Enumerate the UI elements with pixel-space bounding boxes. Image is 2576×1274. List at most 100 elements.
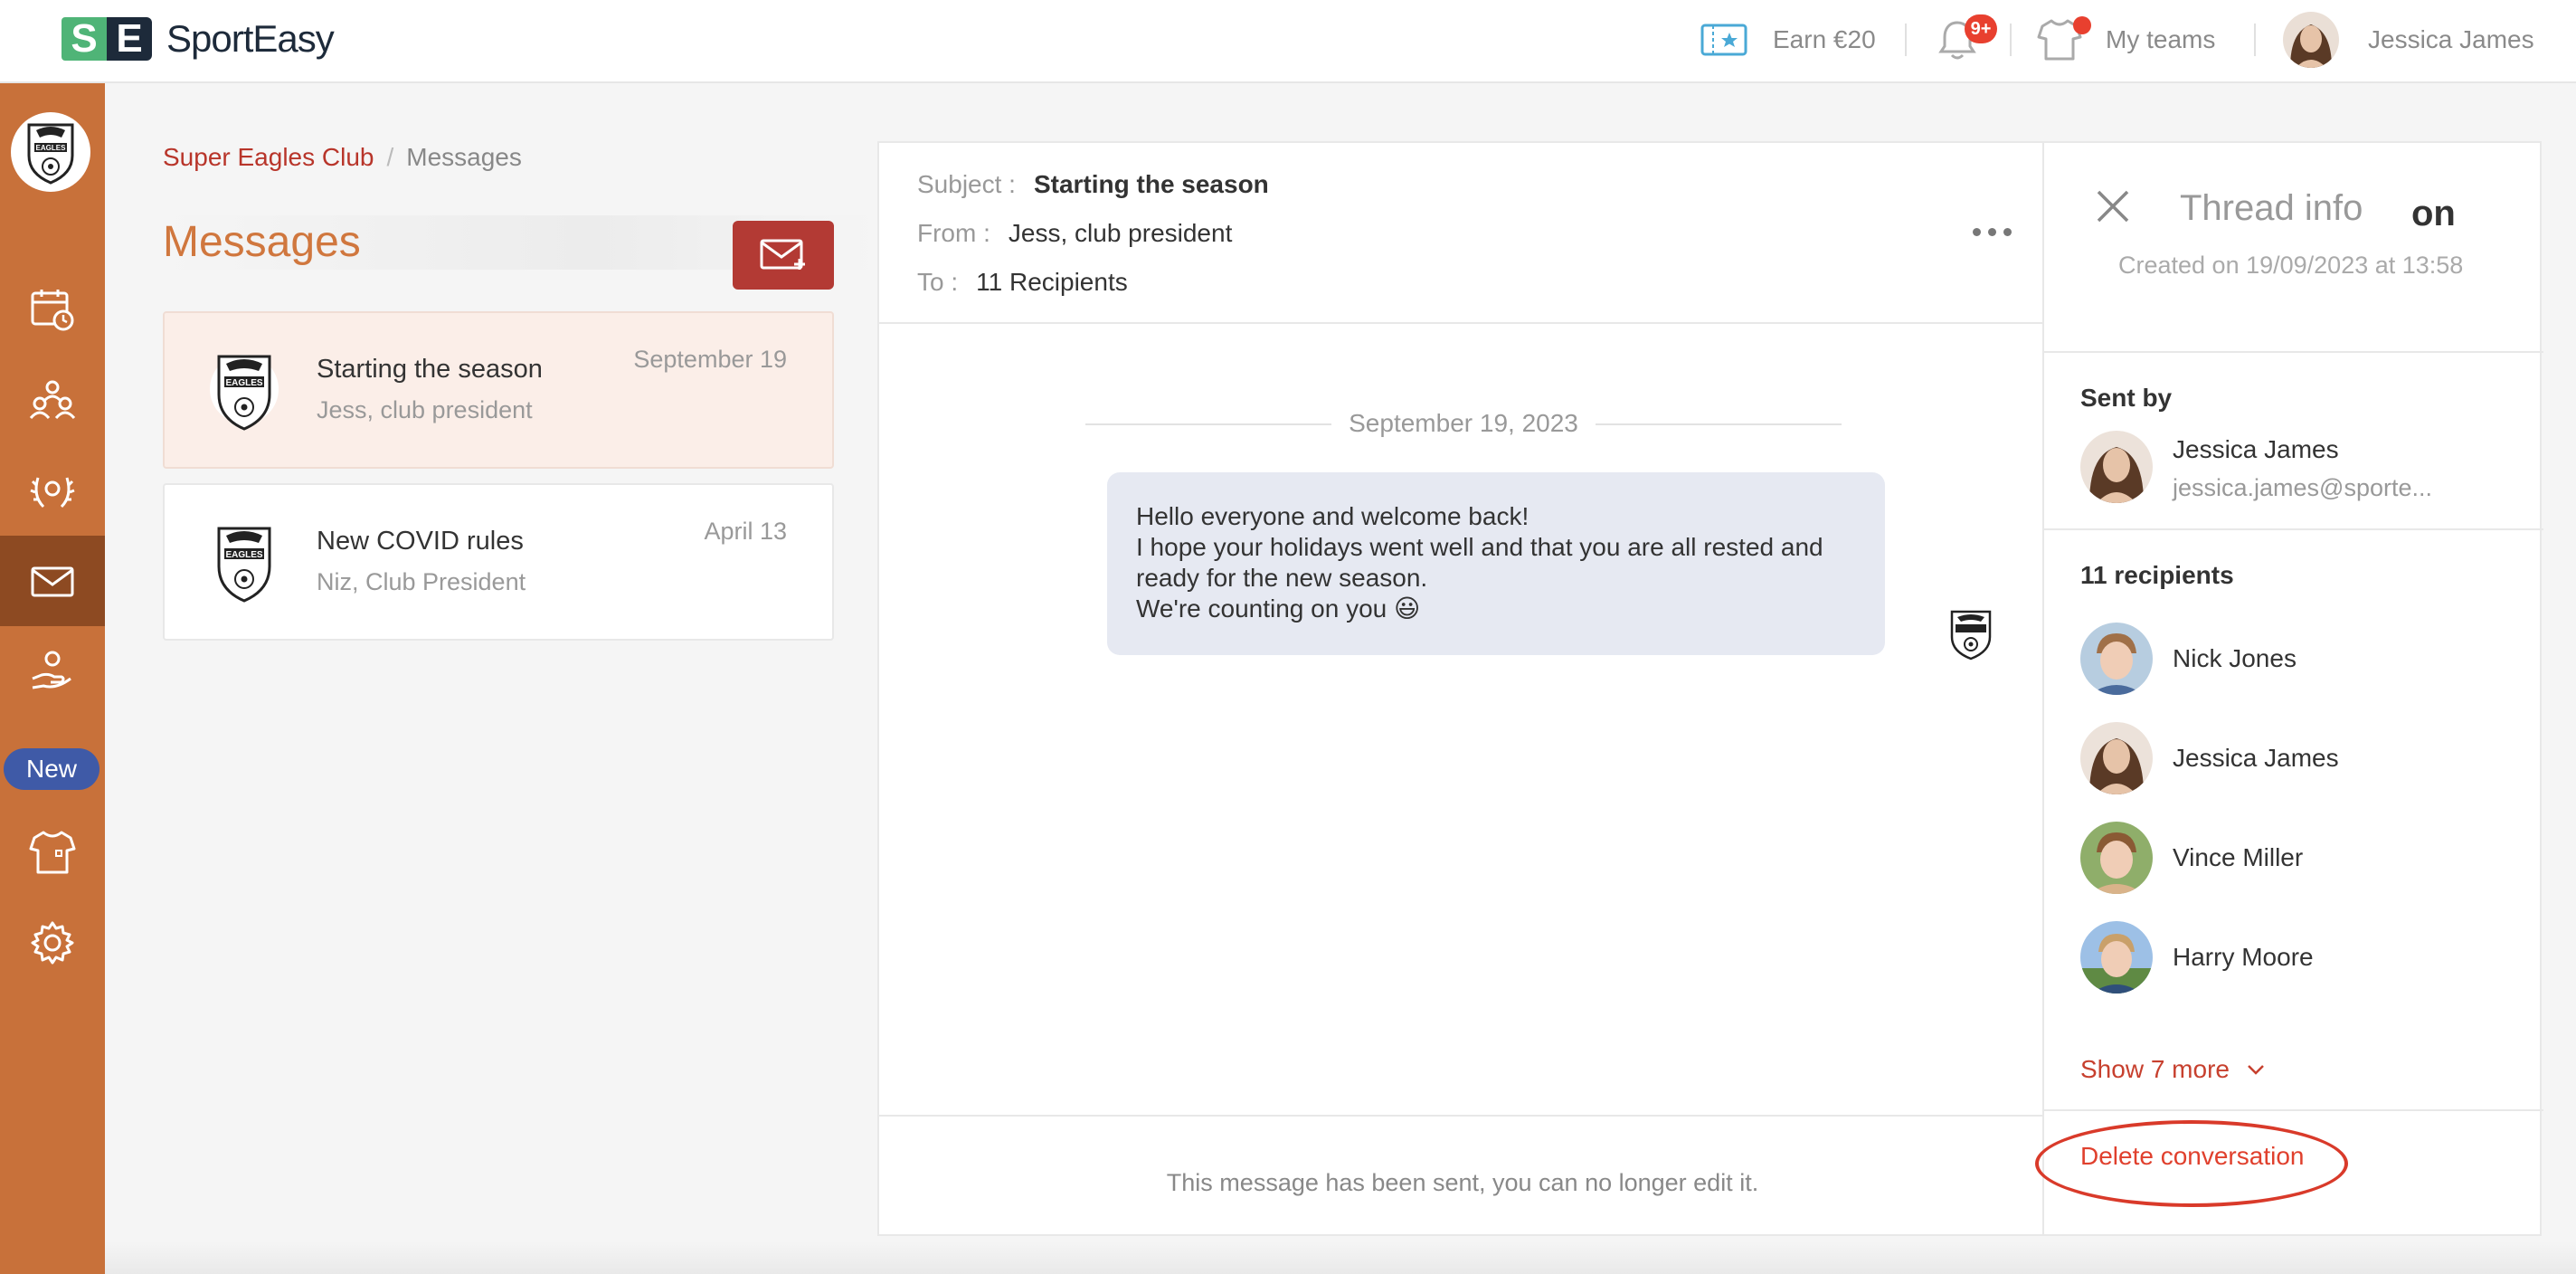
breadcrumb-current: Messages	[406, 143, 522, 171]
new-feature-badge: New	[4, 748, 99, 790]
compose-mail-icon	[760, 239, 805, 270]
conversation-title: New COVID rules	[317, 527, 524, 556]
user-name: Jessica James	[2368, 25, 2534, 53]
notifications-button[interactable]: 9+	[1937, 0, 1997, 80]
thread-info-panel: Thread info on Created on 19/09/2023 at …	[2035, 141, 2543, 1236]
sidebar-item-calendar[interactable]	[0, 264, 105, 355]
recipient-avatar	[2080, 623, 2153, 695]
recipient-row[interactable]: Nick Jones	[2080, 621, 2297, 697]
bottom-fade	[105, 1241, 2576, 1274]
page-title: Messages	[163, 218, 361, 266]
top-bar: S E SportEasy Earn €20 9+ My teams Jessi…	[0, 0, 2576, 83]
conversation-sender: Jess, club president	[317, 396, 533, 423]
from-value: Jess, club president	[1008, 219, 1233, 247]
sporteasy-logo[interactable]: S E SportEasy	[62, 16, 335, 62]
message-header: Subject : Starting the season From : Jess,…	[879, 143, 2046, 324]
conversation-title: Starting the season	[317, 355, 543, 384]
eagles-crest-icon: EAGLES	[27, 123, 74, 185]
divider	[2044, 528, 2543, 530]
message-bubble: Hello everyone and welcome back! I hope …	[1107, 472, 1885, 655]
recipient-avatar	[2080, 921, 2153, 994]
breadcrumb-club-link[interactable]: Super Eagles Club	[163, 143, 374, 171]
mail-icon	[31, 566, 74, 597]
divider	[2044, 1109, 2543, 1111]
topbar-divider	[1905, 24, 1907, 56]
club-logo-text: EAGLES	[36, 144, 67, 152]
message-line: I hope your holidays went well and that …	[1136, 533, 1823, 561]
conversation-date: September 19	[633, 346, 787, 373]
delete-conversation-button[interactable]: Delete conversation	[2080, 1142, 2304, 1171]
recipient-name: Harry Moore	[2173, 943, 2314, 971]
to-row: To : 11 Recipients	[917, 268, 1128, 297]
conversation-item[interactable]: EAGLES New COVID rules Niz, Club Preside…	[163, 483, 834, 641]
divider	[2044, 351, 2543, 353]
compose-message-button[interactable]	[733, 221, 834, 290]
show-more-recipients-button[interactable]: Show 7 more	[2080, 1055, 2266, 1084]
subject-value: Starting the season	[1033, 170, 1269, 198]
breadcrumb: Super Eagles Club / Messages	[163, 143, 522, 172]
earn-referral-button[interactable]: Earn €20	[1700, 0, 1876, 80]
notifications-badge: 9+	[1965, 14, 1997, 43]
thread-info-title: Thread info	[2180, 188, 2363, 228]
conversation-sender: Niz, Club President	[317, 568, 526, 595]
sidebar-item-members[interactable]	[0, 355, 105, 445]
subject-row: Subject : Starting the season	[917, 170, 1269, 199]
laurel-icon	[30, 477, 75, 509]
conversation-item[interactable]: EAGLES Starting the season Jess, club pr…	[163, 311, 834, 469]
from-row: From : Jess, club president	[917, 219, 1232, 248]
recipient-name: Nick Jones	[2173, 644, 2297, 672]
close-icon[interactable]	[2095, 188, 2131, 229]
sender-club-avatar	[1943, 604, 1999, 665]
sent-by-label: Sent by	[2080, 384, 2173, 412]
created-date: Created on 19/09/2023 at 13:58	[2118, 252, 2464, 279]
sender-avatar	[2080, 431, 2153, 503]
conversation-date: April 13	[704, 518, 787, 545]
sent-notice: This message has been sent, you can no l…	[1166, 1169, 1759, 1196]
more-options-icon[interactable]	[1973, 228, 2012, 236]
earn-label: Earn €20	[1773, 25, 1876, 53]
sidebar-item-sponsors[interactable]	[0, 626, 105, 717]
message-line: We're counting on you 😃	[1136, 594, 1421, 623]
to-value[interactable]: 11 Recipients	[976, 268, 1128, 296]
sidebar-item-teams[interactable]	[0, 807, 105, 898]
show-more-label: Show 7 more	[2080, 1055, 2230, 1083]
sender-email: jessica.james@sporte...	[2173, 474, 2433, 501]
recipient-avatar	[2080, 822, 2153, 894]
club-crest-icon: EAGLES	[210, 516, 279, 611]
user-avatar	[2283, 12, 2339, 68]
message-line: Hello everyone and welcome back!	[1136, 502, 1530, 530]
sidebar-item-settings[interactable]	[0, 898, 105, 988]
jersey-icon	[29, 831, 76, 874]
to-label: To :	[917, 268, 959, 296]
my-teams-label: My teams	[2106, 25, 2216, 53]
date-separator: September 19, 2023	[1085, 405, 1842, 442]
sender-name: Jessica James	[2173, 435, 2339, 463]
user-menu[interactable]: Jessica James	[2283, 0, 2534, 80]
app-name: SportEasy	[166, 17, 335, 60]
recipient-row[interactable]: Vince Miller	[2080, 820, 2303, 896]
topbar-divider	[2010, 24, 2012, 56]
chevron-down-icon	[2248, 1065, 2264, 1075]
recipient-row[interactable]: Jessica James	[2080, 720, 2339, 796]
sidebar-item-messages[interactable]	[0, 536, 105, 626]
recipients-label: 11 recipients	[2080, 561, 2234, 589]
message-line: ready for the new season.	[1136, 564, 1428, 592]
sidebar-item-competitions[interactable]	[0, 445, 105, 536]
my-teams-button[interactable]: My teams	[2037, 0, 2215, 80]
sidebar: EAGLES New	[0, 83, 105, 1274]
ticket-icon	[1700, 24, 1747, 56]
hand-heart-icon	[32, 651, 71, 689]
recipient-row[interactable]: Harry Moore	[2080, 919, 2314, 995]
recipient-name: Jessica James	[2173, 744, 2339, 772]
club-logo-button[interactable]: EAGLES	[11, 112, 90, 192]
club-crest-icon: EAGLES	[210, 344, 279, 439]
calendar-icon	[31, 290, 74, 331]
gear-icon	[31, 921, 74, 965]
members-icon	[29, 380, 76, 420]
thread-info-title-overlap: on	[2411, 194, 2456, 233]
message-footer: This message has been sent, you can no l…	[879, 1115, 2046, 1236]
crest-text: EAGLES	[225, 378, 262, 388]
breadcrumb-separator: /	[386, 143, 394, 171]
recipient-avatar	[2080, 722, 2153, 794]
crest-text: EAGLES	[225, 550, 262, 560]
